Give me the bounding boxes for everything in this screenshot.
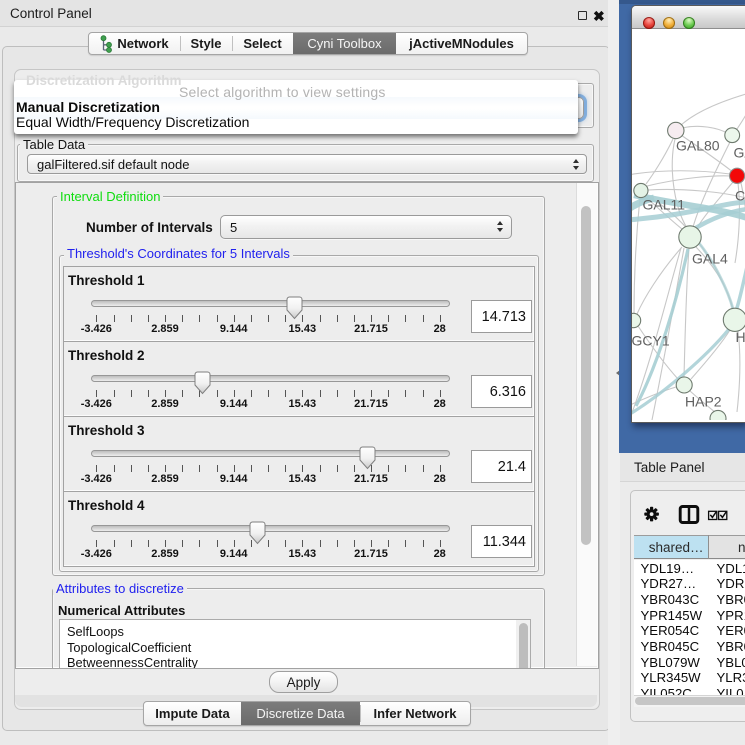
svg-text:GA: GA <box>734 145 745 161</box>
svg-text:GAL80: GAL80 <box>676 138 720 154</box>
svg-text:GAL4: GAL4 <box>692 251 728 267</box>
svg-text:GCY1: GCY1 <box>632 333 670 349</box>
svg-text:HAP2: HAP2 <box>685 394 722 410</box>
svg-text:H: H <box>736 329 745 345</box>
svg-text:C: C <box>735 188 745 204</box>
svg-text:GAL11: GAL11 <box>643 197 686 213</box>
